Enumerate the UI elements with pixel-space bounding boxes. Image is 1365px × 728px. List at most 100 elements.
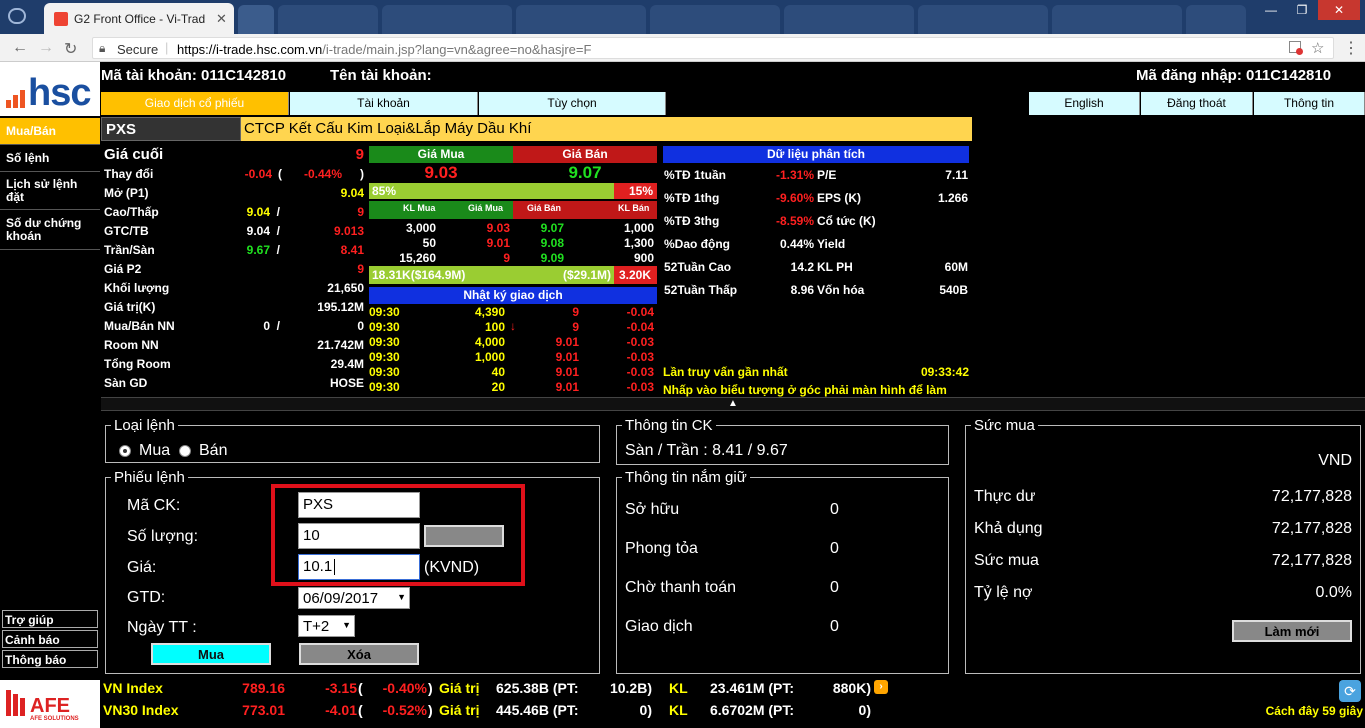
trade-log-time: 09:30 [369,350,400,364]
auto-refresh-icon[interactable]: ⟳ [1339,680,1361,702]
analysis-label: 52Tuần Thấp [664,283,738,297]
sell-radio[interactable] [179,445,191,457]
index-volume: 23.461M (PT: [710,680,795,696]
settlement-select-value: T+2 [303,618,330,635]
stock-info-legend: Thông tin CK [625,417,713,434]
quantity-input[interactable]: 10 [298,523,420,549]
panel-divider[interactable]: ▲ [101,397,1365,411]
blocked-popup-icon[interactable] [1289,41,1303,55]
close-tab-icon[interactable]: ✕ [216,11,227,27]
price-input[interactable]: 10.1 [298,554,420,580]
sidebar-item-order-book[interactable]: Số lệnh [0,145,100,172]
trade-log-time: 09:30 [369,380,400,394]
trade-log-price: 9.01 [555,380,579,394]
tab-stock-trading[interactable]: Giao dịch cổ phiếu [101,92,289,115]
order-book-sell-volume: 1,000 [623,221,654,235]
high-low-label: Cao/Thấp [104,205,159,219]
buying-power-label: Sức mua [974,552,1039,569]
down-arrow-icon: ↓ [510,319,516,333]
quantity-label: Số lượng: [127,528,199,545]
browser-tab[interactable] [918,5,1048,34]
analysis-label-2: EPS (K) [817,191,862,205]
tab-logout[interactable]: Đăng thoát [1141,92,1253,115]
reload-icon[interactable]: ↻ [64,39,77,59]
analysis-value: -8.59% [775,214,814,228]
hsc-logo-bars-icon [6,90,25,108]
symbol-input[interactable]: PXS [298,492,420,518]
last-price-value: 9 [355,146,364,163]
browser-tab[interactable] [1052,5,1182,34]
collapse-arrow-icon[interactable]: ▲ [728,398,738,409]
tab-account[interactable]: Tài khoản [290,92,478,115]
analysis-value: -9.60% [775,191,814,205]
browser-tab[interactable] [1186,5,1246,34]
sidebar-item-alerts[interactable]: Cảnh báo [2,630,98,648]
refresh-button[interactable]: Làm mới [1232,620,1352,642]
trade-log-change: -0.03 [626,365,654,379]
quantity-helper-button[interactable] [424,525,504,547]
floor-ceiling-value: Sàn / Trần : 8.41 / 9.67 [625,442,788,459]
chevron-down-icon: ▼ [397,592,406,602]
hsc-logo: hsc [0,62,100,116]
holding-label: Sở hữu [625,501,680,518]
tab-options[interactable]: Tùy chọn [479,92,666,115]
browser-profile-icon[interactable] [8,8,26,24]
bookmark-star-icon[interactable]: ☆ [1311,39,1324,57]
gtc-label: GTC/TB [104,224,149,238]
analysis-header: Dữ liệu phân tích [663,146,969,163]
settlement-select[interactable]: T+2 ▼ [298,615,355,637]
sidebar-item-help[interactable]: Trợ giúp [2,610,98,628]
forward-icon[interactable]: → [38,39,54,57]
url-field[interactable]: 🔒︎ Secure | https://i-trade.hsc.com.vn/i… [92,37,1334,59]
index-volume: 6.6702M (PT: [710,702,795,718]
avg-value: 9.013 [333,224,364,238]
sidebar-item-notices[interactable]: Thông báo [2,650,98,668]
site-favicon-icon [54,12,68,26]
browser-menu-icon[interactable]: ⋮ [1343,38,1359,58]
url-separator: | [165,40,169,55]
afe-logo-text: AFE SOLUTIONS [30,716,79,722]
low-value: 9 [357,205,364,219]
buy-radio[interactable] [119,445,131,457]
browser-tab[interactable] [784,5,914,34]
expand-ticker-icon[interactable]: › [874,680,888,694]
analysis-label-2: Vốn hóa [817,283,865,297]
browser-tab[interactable] [382,5,512,34]
sidebar-item-buy-sell[interactable]: Mua/Bán [0,118,100,145]
index-paren-close: ) [428,680,433,696]
analysis-value-2: 1.266 [937,191,968,205]
holding-value: 0 [830,501,839,518]
browser-tab[interactable] [238,5,274,34]
minimize-window-icon[interactable]: — [1257,0,1285,20]
col-sell-price: Giá Bán [527,203,562,213]
analysis-label: 52Tuần Cao [664,260,732,274]
buying-power-legend: Sức mua [974,417,1035,434]
clear-button[interactable]: Xóa [299,643,419,665]
buy-button[interactable]: Mua [151,643,271,665]
col-sell-volume: KL Bán [618,203,650,213]
restore-window-icon[interactable]: ❐ [1288,0,1316,20]
order-type-legend: Loại lệnh [114,417,175,434]
browser-tab[interactable] [278,5,378,34]
back-icon[interactable]: ← [12,39,28,57]
sidebar-item-order-history[interactable]: Lịch sử lệnh đặt [0,172,100,210]
gtd-select[interactable]: 06/09/2017 ▼ [298,587,410,609]
index-volume-label: KL [669,680,688,696]
tab-english[interactable]: English [1029,92,1140,115]
tab-info[interactable]: Thông tin [1254,92,1365,115]
trade-log-list[interactable]: 09:30 4,390 9 -0.04 09:30 100 ↓ 9 -0.04 … [369,305,657,395]
analysis-value: -1.31% [775,168,814,182]
holding-label: Chờ thanh toán [625,579,737,596]
browser-tab[interactable] [650,5,780,34]
sidebar-item-securities-balance[interactable]: Số dư chứng khoán [0,210,100,250]
close-window-icon[interactable]: ✕ [1318,0,1360,20]
total-room-value: 29.4M [330,357,364,371]
total-sell-label: ($29.1M) [563,268,612,282]
sell-header: Giá Bán [513,146,657,163]
browser-tab-active[interactable]: G2 Front Office - Vi-Trad ✕ [44,3,234,34]
best-buy-price: 9.03 [424,163,458,182]
browser-tab[interactable] [516,5,646,34]
chevron-down-icon: ▼ [342,620,351,630]
order-book-buy-price: 9 [503,251,510,265]
index-trade-value: 625.38B (PT: [496,680,579,696]
